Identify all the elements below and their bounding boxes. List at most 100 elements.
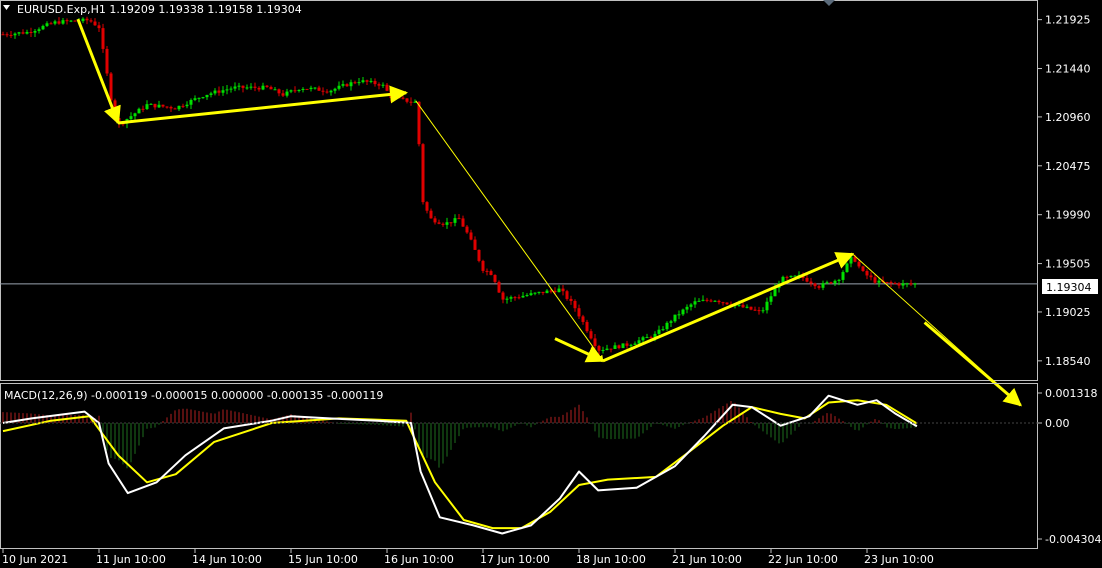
time-tick-label: 11 Jun 10:00 (96, 553, 166, 566)
candle-body (577, 308, 581, 317)
candle-body (33, 30, 37, 33)
candle-body (253, 86, 257, 88)
candle-body (833, 280, 837, 284)
candle-body (485, 270, 489, 272)
candle-body (93, 21, 97, 26)
candle-body (269, 86, 273, 90)
candle-body (181, 105, 185, 107)
candle-body (629, 344, 633, 346)
candle-body (377, 84, 381, 86)
candle-body (305, 88, 309, 90)
candle-body (809, 281, 813, 284)
candle-body (145, 104, 149, 110)
candle-body (493, 274, 497, 282)
candle-body (245, 87, 249, 89)
candle-body (73, 20, 77, 22)
price-tick-label: 1.19505 (1045, 258, 1091, 271)
candle-body (737, 304, 741, 306)
candle-body (85, 18, 89, 21)
candle-body (333, 88, 337, 91)
price-tick-label: 1.21440 (1045, 63, 1091, 76)
candle-body (645, 337, 649, 339)
candle-body (561, 288, 565, 292)
candle-body (573, 300, 577, 309)
candle-body (725, 302, 729, 305)
time-tick-label: 16 Jun 10:00 (384, 553, 454, 566)
candle-body (437, 222, 441, 224)
candle-body (309, 87, 313, 90)
candle-body (189, 99, 193, 105)
candle-body (557, 288, 561, 293)
candle-body (237, 85, 241, 87)
candle-body (805, 277, 809, 282)
time-tick-label: 15 Jun 10:00 (288, 553, 358, 566)
candle-body (205, 94, 209, 98)
candle-body (769, 296, 773, 302)
candle-body (541, 291, 545, 294)
time-tick-label: 22 Jun 10:00 (768, 553, 838, 566)
candle-body (745, 306, 749, 308)
candle-body (657, 329, 661, 334)
candle-body (789, 275, 793, 278)
candle-body (625, 343, 629, 346)
candle-body (489, 271, 493, 275)
symbol-header: EURUSD.Exp,H1 1.19209 1.19338 1.19158 1.… (17, 3, 302, 16)
candle-body (649, 337, 653, 339)
candle-body (637, 340, 641, 344)
candle-body (749, 306, 753, 310)
candle-body (65, 20, 69, 22)
candle-body (581, 316, 585, 322)
candle-body (429, 210, 433, 219)
candle-body (505, 298, 509, 300)
candle-body (49, 23, 53, 25)
candle-body (57, 21, 61, 24)
candle-body (409, 101, 413, 103)
candle-body (165, 106, 169, 108)
candle-body (137, 108, 141, 114)
candle-body (353, 82, 357, 84)
candle-body (613, 345, 617, 349)
candle-body (81, 18, 85, 22)
candle-body (21, 32, 25, 34)
candle-body (41, 25, 45, 30)
candle-body (69, 20, 73, 22)
price-tick-label: 1.20475 (1045, 160, 1091, 173)
candle-body (397, 97, 401, 99)
candle-body (693, 301, 697, 305)
candle-body (601, 349, 605, 351)
candle-body (865, 271, 869, 276)
candle-body (141, 108, 145, 110)
candle-body (501, 292, 505, 300)
eurusd-h1-chart[interactable]: 1.21925 1.21440 1.20960 1.20475 1.19990 1.195… (0, 0, 1102, 568)
candle-body (661, 329, 665, 331)
candle-body (481, 260, 485, 271)
candle-body (821, 283, 825, 288)
candle-body (433, 218, 437, 223)
candle-body (149, 103, 153, 105)
candle-body (817, 286, 821, 288)
candle-body (565, 291, 569, 299)
candle-body (633, 343, 637, 345)
candle-body (913, 283, 917, 285)
candle-body (169, 106, 173, 109)
candle-body (445, 222, 449, 225)
candle (477, 249, 481, 263)
candle-body (621, 343, 625, 349)
candle-body (497, 281, 501, 293)
candle-body (761, 310, 765, 312)
candle-body (289, 90, 293, 92)
candle-body (161, 104, 165, 107)
candle-body (373, 80, 377, 85)
candle-body (285, 91, 289, 96)
candle-body (153, 103, 157, 108)
candle (109, 72, 113, 103)
candle-body (609, 348, 613, 350)
candle-body (517, 297, 521, 299)
candle-body (9, 34, 13, 36)
candle-body (605, 348, 609, 350)
candle-body (525, 295, 529, 297)
candle-body (229, 88, 233, 90)
macd-tick-label: 0.001318 (1045, 387, 1098, 400)
time-tick-label: 10 Jun 2021 (2, 553, 68, 566)
candle-body (277, 89, 281, 94)
